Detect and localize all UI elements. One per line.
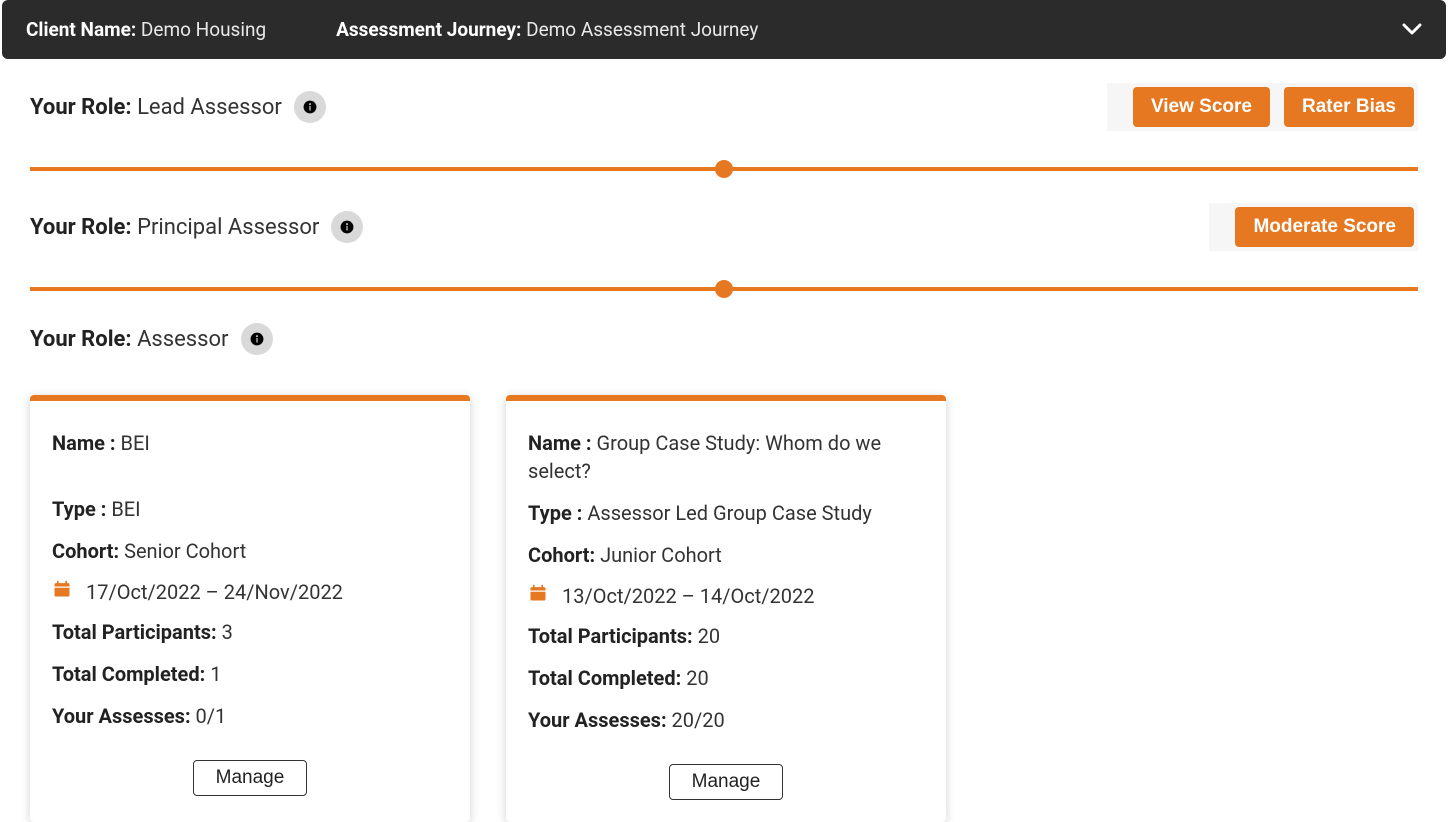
- client-name-label: Client Name:: [26, 18, 136, 41]
- role-actions-lead: View Score Rater Bias: [1107, 83, 1418, 131]
- card-assesses-label: Your Assesses:: [52, 704, 191, 728]
- card-date-range: 13/Oct/2022 – 14/Oct/2022: [562, 584, 814, 608]
- manage-button[interactable]: Manage: [669, 764, 784, 800]
- card-participants-label: Total Participants:: [528, 624, 693, 648]
- moderate-score-button[interactable]: Moderate Score: [1235, 207, 1414, 247]
- card-cohort-value: Junior Cohort: [600, 543, 722, 567]
- section-divider: [30, 167, 1418, 171]
- card-type-value: BEI: [111, 497, 140, 521]
- card-cohort-label: Cohort:: [52, 539, 119, 563]
- card-assesses-value: 0/1: [196, 704, 227, 728]
- section-divider: [30, 287, 1418, 291]
- card-participants-value: 20: [698, 624, 720, 648]
- card-participants-label: Total Participants:: [52, 620, 217, 644]
- card-completed-label: Total Completed:: [528, 666, 681, 690]
- view-score-button[interactable]: View Score: [1133, 87, 1270, 127]
- assessment-card: Name : BEI Type : BEI Cohort: Senior Coh…: [30, 395, 470, 822]
- rater-bias-button[interactable]: Rater Bias: [1284, 87, 1414, 127]
- role-label: Your Role:: [30, 215, 132, 240]
- journey-value: Demo Assessment Journey: [526, 18, 758, 41]
- role-title-principal: Your Role: Principal Assessor: [30, 211, 363, 243]
- divider-handle[interactable]: [715, 160, 733, 178]
- card-completed-value: 1: [210, 662, 221, 686]
- card-type-label: Type :: [52, 497, 106, 521]
- cards-container: Name : BEI Type : BEI Cohort: Senior Coh…: [30, 395, 1418, 822]
- journey-block: Assessment Journey: Demo Assessment Jour…: [336, 18, 758, 41]
- role-section-assessor: Your Role: Assessor Name : BEI Type : BE…: [30, 319, 1418, 822]
- info-icon[interactable]: [331, 211, 363, 243]
- manage-button[interactable]: Manage: [193, 760, 308, 796]
- client-name-value: Demo Housing: [141, 18, 266, 41]
- card-date-range: 17/Oct/2022 – 24/Nov/2022: [86, 580, 343, 604]
- role-value: Lead Assessor: [137, 95, 282, 120]
- card-completed-value: 20: [686, 666, 708, 690]
- role-label: Your Role:: [30, 327, 132, 352]
- info-icon[interactable]: [294, 91, 326, 123]
- card-cohort-value: Senior Cohort: [124, 539, 246, 563]
- card-type-label: Type :: [528, 501, 582, 525]
- card-assesses-label: Your Assesses:: [528, 708, 667, 732]
- divider-handle[interactable]: [715, 280, 733, 298]
- journey-label: Assessment Journey:: [336, 18, 521, 41]
- header-left: Client Name: Demo Housing Assessment Jou…: [26, 18, 758, 41]
- client-name-block: Client Name: Demo Housing: [26, 18, 266, 41]
- card-cohort-label: Cohort:: [528, 543, 595, 567]
- assessment-card: Name : Group Case Study: Whom do we sele…: [506, 395, 946, 822]
- card-assesses-value: 20/20: [672, 708, 725, 732]
- spacer: [52, 471, 448, 495]
- calendar-icon: [52, 579, 72, 604]
- card-name-label: Name :: [528, 431, 592, 455]
- role-section-lead: Your Role: Lead Assessor View Score Rate…: [30, 79, 1418, 171]
- card-completed-label: Total Completed:: [52, 662, 205, 686]
- card-participants-value: 3: [222, 620, 233, 644]
- header-bar: Client Name: Demo Housing Assessment Jou…: [2, 0, 1446, 59]
- role-title-assessor: Your Role: Assessor: [30, 323, 273, 355]
- calendar-icon: [528, 583, 548, 608]
- role-value: Principal Assessor: [137, 215, 319, 240]
- card-type-value: Assessor Led Group Case Study: [587, 501, 872, 525]
- card-name-value: BEI: [121, 431, 150, 455]
- role-title-lead: Your Role: Lead Assessor: [30, 91, 326, 123]
- role-section-principal: Your Role: Principal Assessor Moderate S…: [30, 199, 1418, 291]
- role-value: Assessor: [137, 327, 228, 352]
- card-name-label: Name :: [52, 431, 116, 455]
- role-actions-principal: Moderate Score: [1209, 203, 1418, 251]
- role-label: Your Role:: [30, 95, 132, 120]
- info-icon[interactable]: [241, 323, 273, 355]
- chevron-down-icon[interactable]: [1402, 20, 1422, 39]
